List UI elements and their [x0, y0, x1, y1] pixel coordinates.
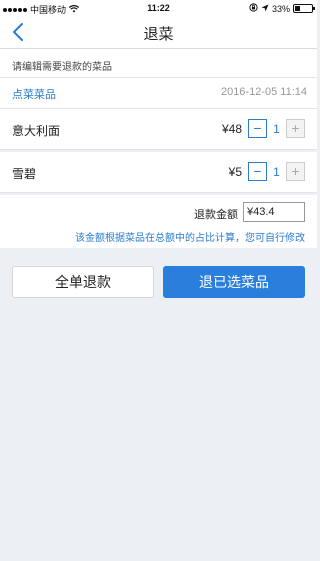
dish-price: ¥48: [221, 122, 242, 136]
order-label: 点菜菜品: [12, 89, 56, 101]
dish-name: 雪碧: [12, 167, 37, 181]
battery-percent: 33%: [271, 3, 290, 14]
refund-section: 退款金额 ¥43.4 该金额根据菜品在总额中的占比计算，您可自行修改: [0, 195, 317, 248]
refund-amount-input[interactable]: ¥43.4: [243, 202, 305, 222]
quantity-value: 1: [273, 122, 280, 136]
nav-bar: 退菜: [0, 16, 317, 49]
quantity-stepper: − 1 +: [248, 119, 305, 139]
dish-name: 意大利面: [12, 124, 61, 138]
refund-note: 该金额根据菜品在总额中的占比计算，您可自行修改: [75, 233, 305, 244]
status-bar: 中国移动 11:22 33%: [0, 0, 317, 16]
quantity-stepper: − 1 +: [248, 162, 305, 182]
increase-button[interactable]: +: [286, 119, 305, 138]
order-time: 2016-12-05 11:14: [220, 86, 307, 98]
refund-selected-button[interactable]: 退已选菜品: [163, 266, 305, 298]
order-header: 点菜菜品 2016-12-05 11:14: [0, 78, 317, 109]
hint-text: 请编辑需要退款的菜品: [12, 62, 112, 73]
battery-icon: [293, 4, 315, 13]
dish-row: 雪碧 ¥5 − 1 +: [0, 152, 317, 193]
status-right: 33%: [249, 3, 315, 14]
quantity-value: 1: [273, 165, 280, 179]
dish-row: 意大利面 ¥48 − 1 +: [0, 109, 317, 150]
lock-rotation-icon: [249, 3, 258, 14]
page-title: 退菜: [143, 26, 174, 43]
full-refund-button[interactable]: 全单退款: [12, 266, 154, 298]
decrease-button[interactable]: −: [248, 162, 267, 181]
refund-amount-label: 退款金额: [194, 209, 238, 221]
decrease-button[interactable]: −: [248, 119, 267, 138]
battery-fill: [295, 6, 300, 11]
hint-bar: 请编辑需要退款的菜品: [0, 49, 317, 78]
location-arrow-icon: [261, 4, 269, 14]
dish-price: ¥5: [228, 165, 242, 179]
increase-button[interactable]: +: [286, 162, 305, 181]
